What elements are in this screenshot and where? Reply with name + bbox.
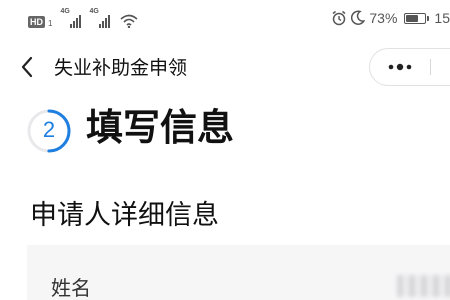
section-title: 申请人详细信息	[30, 200, 219, 231]
hd-sim-index: 1	[48, 19, 53, 28]
status-right-group: 73% 15	[331, 9, 450, 27]
signal-icon-sim1: 4G	[60, 8, 82, 28]
chevron-left-icon	[21, 56, 33, 78]
step-title: 填写信息	[86, 106, 234, 149]
status-bar: HD 1 4G 4G 73% 15	[0, 0, 450, 36]
more-dots-icon	[388, 63, 412, 71]
signal-bars-sim2	[99, 15, 111, 28]
back-button[interactable]	[14, 54, 40, 80]
close-mini-program-button[interactable]	[436, 49, 450, 85]
network-type-sim1: 4G	[60, 8, 70, 15]
signal-bars-sim1	[70, 15, 82, 28]
name-field-label: 姓名	[51, 276, 91, 300]
mini-program-capsule	[369, 48, 450, 86]
capsule-divider	[430, 59, 431, 75]
wifi-icon	[120, 14, 138, 28]
battery-percentage: 73%	[369, 10, 398, 26]
hd-badge: HD	[28, 16, 45, 28]
more-menu-button[interactable]	[380, 49, 420, 85]
status-left-group: HD 1 4G 4G	[28, 8, 138, 28]
do-not-disturb-moon-icon	[351, 10, 366, 25]
name-input[interactable]	[387, 273, 450, 300]
network-type-sim2: 4G	[89, 8, 99, 15]
signal-icon-sim2: 4G	[89, 8, 111, 28]
app-screen: HD 1 4G 4G 73% 15 失业补助金申领 2 填写信息 申请人详细信息…	[0, 0, 450, 300]
page-title: 失业补助金申领	[54, 57, 188, 79]
form-row-name: 姓名	[27, 245, 450, 300]
status-time: 15	[434, 10, 450, 26]
navigation-bar: 失业补助金申领	[0, 48, 450, 88]
alarm-icon	[332, 10, 346, 26]
battery-icon	[404, 12, 430, 24]
step-header: 2 填写信息	[0, 100, 450, 160]
step-number: 2	[42, 117, 56, 142]
battery-level-fill	[406, 14, 419, 22]
